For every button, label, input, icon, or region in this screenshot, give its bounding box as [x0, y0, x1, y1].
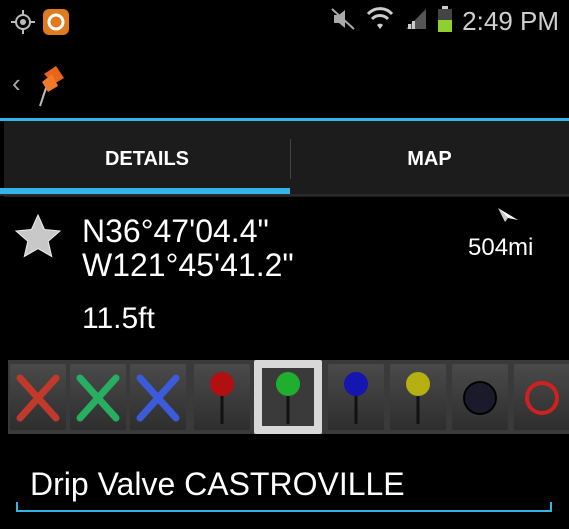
signal-icon — [404, 7, 428, 36]
gps-icon — [10, 9, 36, 40]
marker-green-x[interactable] — [70, 364, 126, 430]
distance-text: 504mi — [468, 234, 534, 261]
marker-red-circle[interactable] — [514, 364, 569, 430]
app-screen: 2:49 PM ‹ DETAILS MAP N36°47'04.4" W121°… — [0, 0, 569, 529]
action-bar: ‹ — [0, 44, 569, 118]
chevron-left-icon[interactable]: ‹ — [12, 68, 21, 99]
wifi-icon — [366, 7, 394, 36]
coordinates: N36°47'04.4" W121°45'41.2" — [82, 214, 294, 282]
tab-details[interactable]: DETAILS — [4, 121, 290, 197]
mute-icon — [330, 7, 356, 36]
longitude-text: W121°45'41.2" — [82, 247, 294, 283]
status-time: 2:49 PM — [462, 6, 559, 36]
star-icon[interactable] — [14, 213, 62, 264]
tab-bar: DETAILS MAP — [4, 121, 569, 197]
marker-red-x[interactable] — [10, 364, 66, 430]
waypoint-name-field[interactable]: Drip Valve CASTROVILLE — [30, 466, 405, 503]
elevation-text: 11.5ft — [82, 302, 155, 335]
marker-red-pin[interactable] — [194, 364, 250, 430]
marker-black-circle[interactable] — [452, 364, 508, 430]
marker-blue-pin[interactable] — [328, 364, 384, 430]
marker-blue-x[interactable] — [130, 364, 186, 430]
direction-arrow-icon — [494, 204, 522, 233]
marker-yellow-pin[interactable] — [390, 364, 446, 430]
app-notification-icon — [42, 8, 70, 41]
latitude-text: N36°47'04.4" — [82, 213, 269, 249]
tab-bar-underline — [0, 194, 569, 196]
marker-green-pin[interactable] — [254, 360, 322, 434]
name-field-underline — [16, 502, 552, 512]
tab-map[interactable]: MAP — [290, 121, 569, 197]
status-bar: 2:49 PM — [0, 0, 569, 44]
battery-icon — [438, 6, 453, 37]
marker-picker — [8, 360, 569, 434]
push-pin-icon[interactable] — [36, 64, 66, 113]
